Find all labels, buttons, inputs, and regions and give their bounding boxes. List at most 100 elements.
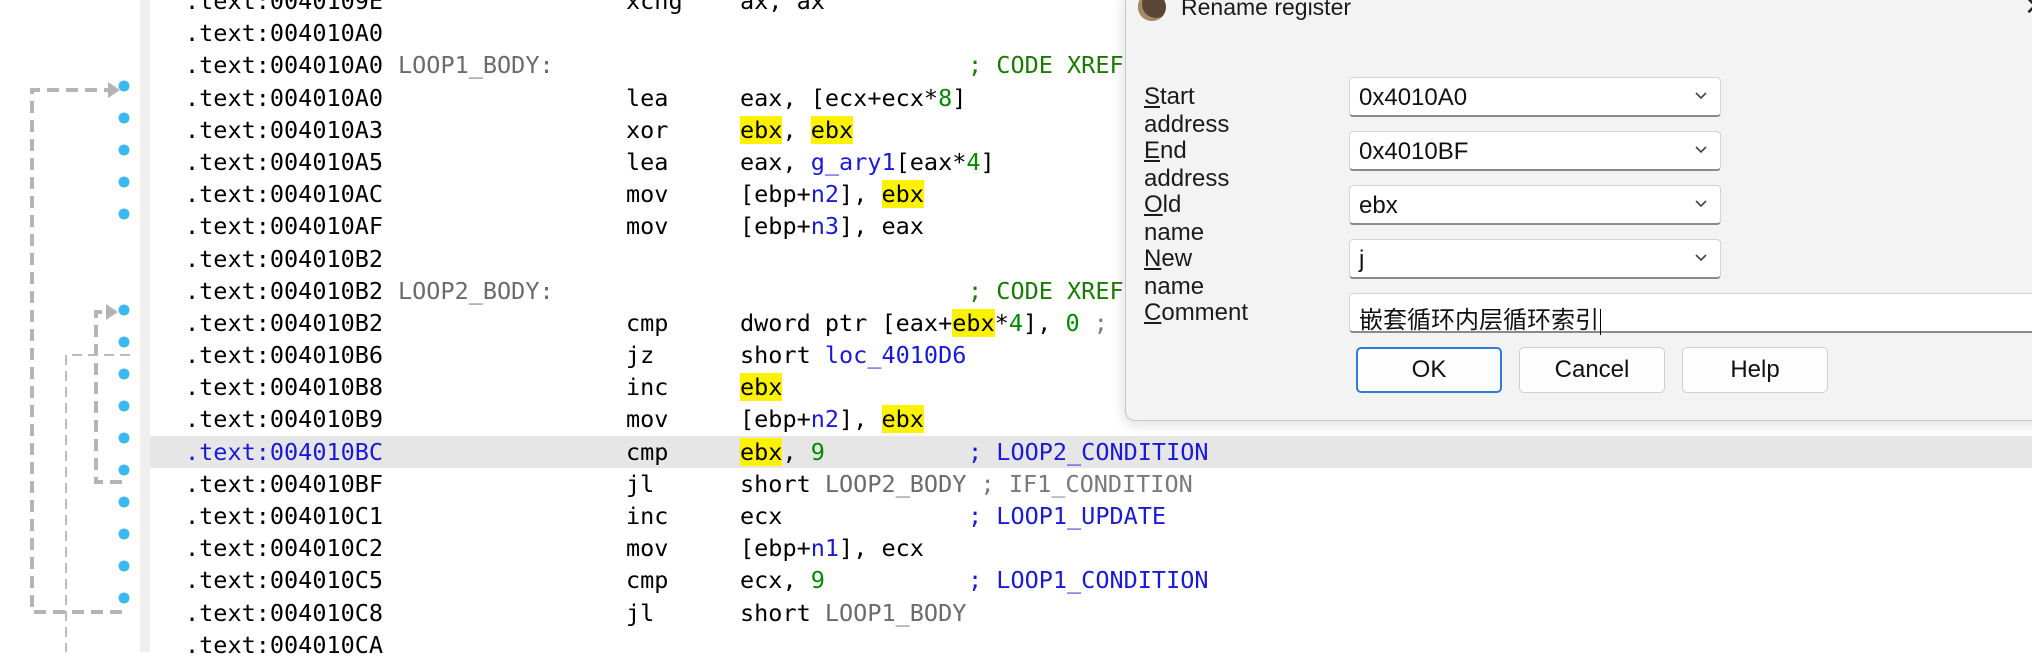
line-comment: ; CODE XREF <box>968 276 1124 305</box>
code-label[interactable]: LOOP1_BODY: <box>398 49 554 81</box>
new-name-label: New name <box>1144 245 1205 300</box>
instruction-operands[interactable]: [ebp+n2], ebx <box>740 403 924 435</box>
instruction-operands[interactable]: ax, ax <box>740 0 825 17</box>
line-address: .text:004010C5 <box>185 566 384 595</box>
loop2-arrow <box>94 310 122 484</box>
listing-line[interactable]: .text:004010C8 jl short LOOP1_BODY <box>150 597 2032 629</box>
instruction-operands[interactable]: [ebp+n3], eax <box>740 210 924 242</box>
dialog-title: Rename register <box>1181 0 1352 20</box>
instruction-operands[interactable]: [ebp+n1], ecx <box>740 532 924 564</box>
instruction-operands[interactable]: ebx <box>740 371 783 403</box>
instruction-operands[interactable]: ecx <box>740 500 782 532</box>
line-address: .text:004010B2 <box>185 308 384 337</box>
instruction-mnemonic: cmp <box>626 437 669 466</box>
new-name-combobox[interactable]: j <box>1349 239 1721 279</box>
instruction-mnemonic: jz <box>626 341 655 370</box>
line-address: .text:004010BC <box>185 437 384 466</box>
line-address: .text:004010C8 <box>185 598 384 627</box>
instruction-mnemonic: jl <box>626 598 655 627</box>
app-icon <box>1138 0 1166 21</box>
line-comment: ; LOOP1_UPDATE <box>968 502 1167 530</box>
old-name-value: ebx <box>1359 192 1398 219</box>
close-icon[interactable]: ✕ <box>2024 0 2032 22</box>
instruction-mnemonic: mov <box>626 180 669 209</box>
chevron-down-icon[interactable] <box>1690 138 1712 160</box>
dialog-titlebar[interactable]: Rename register ✕ <box>1126 0 2032 25</box>
instruction-mnemonic: inc <box>626 373 669 402</box>
comment-value: 嵌套循环内层循环索引 <box>1359 307 1599 334</box>
instruction-mnemonic: mov <box>626 405 669 434</box>
line-address: .text:004010BF <box>185 469 384 498</box>
register-highlight[interactable]: ebx <box>740 115 783 144</box>
loop1-arrow <box>30 88 122 614</box>
text-caret <box>1600 308 1601 335</box>
instruction-mnemonic: lea <box>626 83 669 112</box>
instruction-operands[interactable]: ebx, ebx <box>740 114 854 146</box>
line-address: .text:004010AC <box>185 180 384 209</box>
line-address: .text:004010A3 <box>185 115 384 144</box>
instruction-operands[interactable]: short LOOP2_BODY ; IF1_CONDITION <box>740 468 1193 500</box>
instruction-mnemonic: mov <box>626 212 669 241</box>
ok-button[interactable]: OK <box>1356 347 1502 393</box>
flow-arrows-graph <box>30 80 130 652</box>
instruction-mnemonic: xor <box>626 115 669 144</box>
line-comment: ; LOOP1_CONDITION <box>968 566 1209 595</box>
line-comment: ; LOOP2_CONDITION <box>968 437 1209 466</box>
chevron-down-icon[interactable] <box>1690 246 1712 268</box>
start-address-value: 0x4010A0 <box>1359 84 1468 111</box>
end-address-value: 0x4010BF <box>1359 138 1469 165</box>
line-address: .text:004010B9 <box>185 405 384 434</box>
flow-arrows-gutter <box>0 0 150 652</box>
gutter-separator <box>140 0 150 652</box>
instruction-operands[interactable]: eax, g_ary1[eax*4] <box>740 146 995 178</box>
help-button[interactable]: Help <box>1682 347 1828 393</box>
end-address-combobox[interactable]: 0x4010BF <box>1349 131 1721 171</box>
line-address: .text:004010C1 <box>185 502 384 530</box>
instruction-operands[interactable]: [ebp+n2], ebx <box>740 178 924 210</box>
register-highlight[interactable]: ebx <box>740 437 783 466</box>
start-address-combobox[interactable]: 0x4010A0 <box>1349 77 1721 117</box>
instruction-operands[interactable]: eax, [ecx+ecx*8] <box>740 82 966 114</box>
listing-line[interactable]: .text:004010C2 mov [ebp+n1], ecx <box>150 532 2032 564</box>
listing-line[interactable]: .text:004010C1 inc ecx ; LOOP1_UPDATE <box>150 500 2032 532</box>
line-address: .text:0040109E <box>185 0 384 15</box>
line-address: .text:004010C2 <box>185 534 384 563</box>
instruction-mnemonic: jl <box>626 469 655 498</box>
listing-line[interactable]: .text:004010CA <box>150 629 2032 661</box>
line-address: .text:004010B8 <box>185 373 384 402</box>
instruction-operands[interactable]: ebx, 9 <box>740 436 825 468</box>
line-address: .text:004010A0 <box>185 19 384 48</box>
line-address: .text:004010A0 <box>185 83 384 112</box>
line-address: .text:004010B6 <box>185 341 384 370</box>
loop1-arrowhead <box>108 82 120 98</box>
instruction-operands[interactable]: ecx, 9 <box>740 564 825 596</box>
old-name-label: Old name <box>1144 191 1205 246</box>
listing-line[interactable]: .text:004010C5 cmp ecx, 9 ; LOOP1_CONDITION <box>150 564 2032 596</box>
listing-line[interactable]: .text:004010BF jl short LOOP2_BODY ; IF1_C… <box>150 468 2032 500</box>
instruction-mnemonic: cmp <box>626 308 669 337</box>
chevron-down-icon[interactable] <box>1690 192 1712 214</box>
cancel-button[interactable]: Cancel <box>1519 347 1665 393</box>
register-highlight[interactable]: ebx <box>881 180 924 209</box>
old-name-combobox[interactable]: ebx <box>1349 185 1721 225</box>
instruction-operands[interactable]: dword ptr [eax+ebx*4], 0 ; <box>740 307 1108 339</box>
new-name-value: j <box>1359 246 1365 273</box>
instruction-operands[interactable]: short LOOP1_BODY <box>740 597 966 629</box>
branch-dots <box>118 80 130 604</box>
chevron-down-icon[interactable] <box>1690 84 1712 106</box>
line-address: .text:004010CA <box>185 630 384 659</box>
code-label[interactable]: LOOP2_BODY: <box>398 275 554 307</box>
instruction-mnemonic: cmp <box>626 566 669 595</box>
instruction-mnemonic: xchg <box>626 0 683 15</box>
line-address: .text:004010AF <box>185 212 384 241</box>
register-highlight[interactable]: ebx <box>810 115 854 144</box>
instruction-mnemonic: mov <box>626 534 669 563</box>
instruction-operands[interactable]: short loc_4010D6 <box>740 339 966 371</box>
register-highlight[interactable]: ebx <box>740 373 783 402</box>
comment-combobox[interactable]: 嵌套循环内层循环索引 <box>1349 293 2032 335</box>
register-highlight[interactable]: ebx <box>952 308 995 337</box>
end-address-label: End address <box>1144 137 1230 192</box>
line-address: .text:004010A5 <box>185 147 384 176</box>
register-highlight[interactable]: ebx <box>881 405 924 434</box>
listing-line[interactable]: .text:004010BC cmp ebx, 9 ; LOOP2_CONDITION <box>150 435 2032 468</box>
